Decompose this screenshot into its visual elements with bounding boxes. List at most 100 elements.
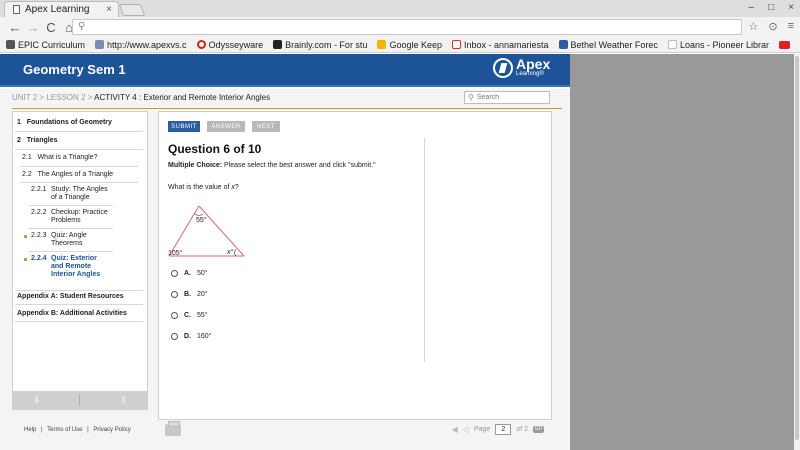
bookmark-label: Brainly.com - For stu — [285, 39, 368, 50]
answer-option-b[interactable]: B. 20° — [171, 291, 208, 298]
sidebar-divider — [20, 166, 138, 167]
sidebar-divider — [29, 228, 113, 229]
sidebar-divider — [29, 251, 113, 252]
panel-divider — [424, 138, 425, 362]
bookmark-item[interactable]: Bethel Weather Forec — [558, 40, 658, 50]
sidebar-footer: ⇩ ⇧ — [13, 391, 147, 409]
address-bar[interactable]: ⚲ — [72, 19, 742, 35]
logo-subtitle: Learning® — [516, 71, 544, 77]
sidebar-item-quiz-exterior[interactable]: Quiz: Exterior and Remote Interior Angle… — [51, 255, 111, 279]
bookmark-label: Inbox - annamariesta — [464, 39, 549, 50]
next-button[interactable]: NEXT — [252, 121, 280, 132]
page-body: UNIT 2 > LESSON 2 > ACTIVITY 4 : Exterio… — [0, 89, 570, 450]
footer-links: Help | Terms of Use | Privacy Policy — [24, 427, 134, 433]
answer-option-d[interactable]: D. 160° — [171, 333, 211, 340]
visited-marker — [24, 235, 27, 238]
sidebar-item-checkup[interactable]: Checkup: Practice Problems — [51, 209, 111, 225]
reload-icon[interactable]: C — [42, 20, 60, 35]
bookmark-item[interactable]: Odysseyware — [196, 40, 263, 50]
sidebar-item-angles-of-triangle[interactable]: 2.2 The Angles of a Triangle — [22, 171, 113, 179]
printer-icon[interactable] — [165, 421, 181, 436]
tab-close-icon[interactable]: × — [106, 4, 112, 15]
browser-toolbar: ← → C ⌂ ⚲ ☆ ⊙ ≡ — [0, 17, 800, 37]
breadcrumb-lesson[interactable]: LESSON 2 — [46, 93, 85, 102]
instruction-label: Multiple Choice: — [168, 162, 223, 169]
submit-button[interactable]: SUBMIT — [168, 121, 200, 132]
prev-page-icon[interactable]: ◀ — [452, 425, 458, 434]
search-icon: ⚲ — [78, 21, 86, 32]
question-buttons: SUBMIT ANSWER NEXT — [168, 121, 280, 132]
browser-tab[interactable]: Apex Learning × — [4, 1, 119, 17]
close-window-icon[interactable]: × — [788, 2, 794, 13]
answer-option-c[interactable]: C. 55° — [171, 312, 208, 319]
pager: ◀ ◁ Page 2 of 2 GO — [452, 424, 544, 435]
bookmark-item[interactable]: Inbox - annamariesta — [452, 40, 549, 50]
radio-button[interactable] — [171, 312, 178, 319]
forward-icon[interactable]: → — [24, 20, 42, 35]
first-page-icon[interactable]: ◁ — [463, 425, 469, 434]
privacy-link[interactable]: Privacy Policy — [93, 427, 130, 433]
sidebar-item-number: 2.2 — [22, 171, 32, 178]
new-tab-button[interactable] — [118, 4, 146, 16]
bookmark-favicon — [273, 40, 283, 49]
question-instruction: Multiple Choice: Please select the best … — [168, 162, 376, 169]
page-number-input[interactable]: 2 — [495, 424, 512, 435]
bookmark-item[interactable]: Loans - Pioneer Librar — [667, 40, 769, 50]
link-separator: | — [87, 427, 89, 433]
help-link[interactable]: Help — [24, 427, 36, 433]
sidebar-item-triangles[interactable]: 2 Triangles — [17, 137, 57, 145]
search-input[interactable] — [476, 94, 545, 101]
logo-name: Apex — [516, 56, 551, 72]
radio-button[interactable] — [171, 291, 178, 298]
search-box[interactable]: ⚲ — [464, 91, 550, 104]
bookmark-item[interactable]: EPIC Curriculum — [6, 40, 85, 50]
sidebar-item-study-angles[interactable]: Study: The Angles of a Triangle — [51, 186, 111, 202]
exterior-angle-label: 105° — [168, 249, 183, 257]
bookmark-favicon — [452, 40, 461, 49]
link-separator: | — [41, 427, 43, 433]
current-marker — [24, 258, 27, 261]
variable-angle-label: x° — [226, 248, 234, 256]
answer-button[interactable]: ANSWER — [207, 121, 245, 132]
sidebar-item-foundations[interactable]: 1 Foundations of Geometry — [17, 119, 112, 127]
radio-button[interactable] — [171, 333, 178, 340]
sidebar-divider — [29, 205, 113, 206]
breadcrumb-separator: > — [37, 93, 47, 102]
answer-option-a[interactable]: A. 50° — [171, 270, 208, 277]
option-value: 50° — [197, 270, 208, 277]
arrow-up-icon[interactable]: ⇧ — [119, 395, 127, 406]
sidebar-item-quiz-angle-theorems[interactable]: Quiz: Angle Theorems — [51, 232, 99, 248]
go-button[interactable]: GO — [533, 426, 544, 433]
sidebar-item-what-is-triangle[interactable]: 2.1 What is a Triangle? — [22, 154, 98, 162]
right-angle-arc — [234, 248, 237, 257]
option-value: 20° — [197, 291, 208, 298]
back-icon[interactable]: ← — [6, 20, 24, 35]
sidebar-item-appendix-b[interactable]: Appendix B: Additional Activities — [17, 310, 127, 318]
sidebar-item-appendix-a[interactable]: Appendix A: Student Resources — [17, 293, 124, 301]
bookmark-item[interactable] — [779, 40, 790, 49]
arrow-down-icon[interactable]: ⇩ — [32, 395, 40, 406]
terms-link[interactable]: Terms of Use — [47, 427, 82, 433]
sidebar-item-label: Foundations of Geometry — [26, 119, 112, 126]
scrollbar-thumb[interactable] — [795, 56, 799, 440]
menu-icon[interactable]: ≡ — [788, 20, 794, 33]
sidebar-divider — [15, 149, 143, 150]
course-header: Geometry Sem 1 Apex Learning® — [0, 54, 570, 87]
bookmark-favicon — [95, 40, 105, 49]
bookmark-item[interactable]: Brainly.com - For stu — [273, 40, 367, 50]
minimize-icon[interactable]: – — [749, 2, 755, 13]
header-divider — [12, 108, 562, 109]
maximize-icon[interactable]: □ — [768, 2, 774, 13]
radio-button[interactable] — [171, 270, 178, 277]
window-controls: – □ × — [749, 2, 794, 13]
extension-icon[interactable]: ⊙ — [768, 20, 777, 33]
bookmarks-bar: EPIC Curriculum http://www.apexvs.c Odys… — [0, 37, 800, 53]
option-letter: C. — [184, 312, 191, 319]
bookmark-item[interactable]: Google Keep — [377, 40, 442, 50]
bookmark-star-icon[interactable]: ☆ — [748, 20, 758, 33]
bookmark-label: EPIC Curriculum — [18, 39, 86, 50]
sidebar-item-label: What is a Triangle? — [37, 154, 98, 161]
sidebar-divider — [15, 290, 143, 291]
bookmark-item[interactable]: http://www.apexvs.c — [95, 40, 187, 50]
breadcrumb-unit[interactable]: UNIT 2 — [12, 93, 37, 102]
